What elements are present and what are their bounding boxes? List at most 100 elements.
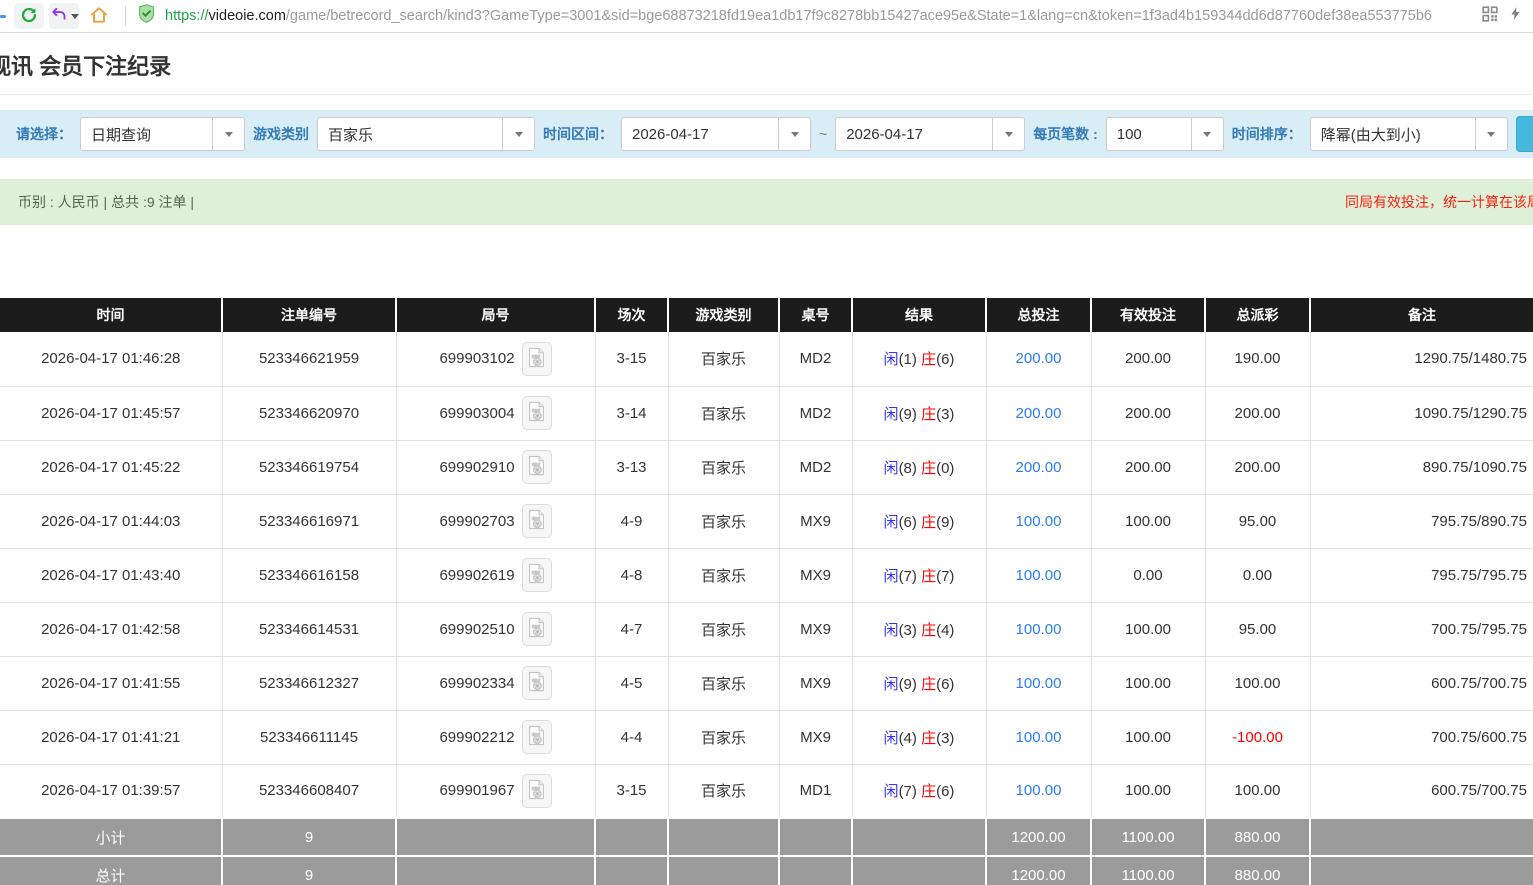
table-row: 2026-04-17 01:46:28 523346621959 6999031… bbox=[0, 332, 1533, 386]
total-bet-link[interactable]: 100.00 bbox=[1016, 567, 1062, 584]
date-from-select[interactable]: 2026-04-17 bbox=[621, 117, 811, 151]
banker-score: (6) bbox=[936, 783, 954, 800]
video-replay-icon bbox=[527, 347, 546, 371]
player-score: (3) bbox=[899, 622, 917, 639]
chevron-down-icon[interactable] bbox=[502, 118, 534, 150]
player-score: (4) bbox=[899, 730, 917, 747]
player-label: 闲 bbox=[884, 460, 899, 477]
url-text[interactable]: https://videoie.com/game/betrecord_searc… bbox=[165, 8, 1432, 24]
table-row: 2026-04-17 01:39:57 523346608407 6999019… bbox=[0, 764, 1533, 818]
qr-code-icon[interactable] bbox=[1482, 6, 1498, 27]
valid-bet-cell: 0.00 bbox=[1091, 548, 1205, 602]
session-cell: 3-13 bbox=[595, 440, 668, 494]
summary-bar: 币别 : 人民币 | 总共 :9 注单 | 同局有效投注，统一计算在该局 bbox=[0, 179, 1533, 225]
bet-records-table-wrap: 时间 注单编号 局号 场次 游戏类别 桌号 结果 总投注 有效投注 总派彩 备注… bbox=[0, 298, 1533, 885]
url-bar[interactable]: https://videoie.com/game/betrecord_searc… bbox=[136, 3, 1474, 29]
valid-bet-cell: 200.00 bbox=[1091, 440, 1205, 494]
banker-label: 庄 bbox=[921, 730, 936, 747]
round-cell: 699902619 bbox=[396, 548, 595, 602]
currency-total-text: 币别 : 人民币 | 总共 :9 注单 | bbox=[18, 192, 194, 212]
bet-id-cell: 523346616971 bbox=[222, 494, 396, 548]
chevron-down-icon[interactable] bbox=[778, 118, 810, 150]
video-replay-button[interactable] bbox=[522, 450, 552, 484]
result-cell: 闲(8) 庄(0) bbox=[852, 440, 986, 494]
col-payout: 总派彩 bbox=[1205, 298, 1310, 332]
payout-cell: 200.00 bbox=[1205, 440, 1310, 494]
video-replay-icon bbox=[527, 671, 546, 695]
payout-cell: 200.00 bbox=[1205, 386, 1310, 440]
total-bet-cell: 200.00 bbox=[986, 440, 1091, 494]
total-bet-link[interactable]: 100.00 bbox=[1016, 782, 1062, 799]
search-button[interactable]: 查询 bbox=[1516, 116, 1533, 152]
video-replay-button[interactable] bbox=[522, 720, 552, 754]
bet-id-cell: 523346611145 bbox=[222, 710, 396, 764]
query-type-select[interactable]: 日期查询 bbox=[80, 117, 245, 151]
video-replay-button[interactable] bbox=[522, 612, 552, 646]
video-replay-button[interactable] bbox=[522, 342, 552, 376]
flash-icon[interactable] bbox=[1508, 5, 1523, 27]
player-label: 闲 bbox=[884, 676, 899, 693]
session-cell: 3-15 bbox=[595, 332, 668, 386]
video-replay-button[interactable] bbox=[522, 558, 552, 592]
chevron-down-icon[interactable] bbox=[1191, 118, 1223, 150]
banker-label: 庄 bbox=[921, 676, 936, 693]
subtotal-total-bet: 1200.00 bbox=[986, 818, 1091, 856]
video-replay-button[interactable] bbox=[522, 504, 552, 538]
total-bet-link[interactable]: 100.00 bbox=[1016, 675, 1062, 692]
result-cell: 闲(9) 庄(6) bbox=[852, 656, 986, 710]
chevron-down-icon[interactable] bbox=[992, 118, 1024, 150]
total-bet-cell: 200.00 bbox=[986, 332, 1091, 386]
banker-label: 庄 bbox=[921, 514, 936, 531]
round-number: 699903004 bbox=[439, 405, 514, 422]
undo-button[interactable] bbox=[49, 3, 79, 29]
home-button[interactable] bbox=[84, 3, 114, 29]
total-bet-link[interactable]: 100.00 bbox=[1016, 729, 1062, 746]
video-replay-button[interactable] bbox=[522, 666, 552, 700]
player-score: (1) bbox=[899, 351, 917, 368]
game-type-label: 游戏类别 bbox=[253, 124, 309, 144]
date-to-select[interactable]: 2026-04-17 bbox=[835, 117, 1025, 151]
title-bar: 视讯 会员下注纪录 bbox=[0, 33, 1533, 95]
video-replay-button[interactable] bbox=[522, 396, 552, 430]
banker-label: 庄 bbox=[921, 783, 936, 800]
total-bet-link[interactable]: 200.00 bbox=[1016, 459, 1062, 476]
page-size-label: 每页笔数 : bbox=[1033, 124, 1098, 144]
table-code-cell: MX9 bbox=[779, 494, 852, 548]
session-cell: 4-8 bbox=[595, 548, 668, 602]
table-row: 2026-04-17 01:45:57 523346620970 6999030… bbox=[0, 386, 1533, 440]
sort-select[interactable]: 降幂(由大到小) bbox=[1310, 117, 1508, 151]
payout-cell: 0.00 bbox=[1205, 548, 1310, 602]
table-code-cell: MD2 bbox=[779, 332, 852, 386]
table-code-cell: MD2 bbox=[779, 440, 852, 494]
remark-cell: 890.75/1090.75 bbox=[1310, 440, 1533, 494]
chevron-down-icon[interactable] bbox=[1475, 118, 1507, 150]
bet-id-cell: 523346620970 bbox=[222, 386, 396, 440]
payout-cell: 100.00 bbox=[1205, 764, 1310, 818]
subtotal-payout: 880.00 bbox=[1205, 818, 1310, 856]
result-cell: 闲(9) 庄(3) bbox=[852, 386, 986, 440]
page-size-select[interactable]: 100 bbox=[1106, 117, 1224, 151]
valid-bet-cell: 200.00 bbox=[1091, 332, 1205, 386]
video-replay-button[interactable] bbox=[522, 774, 552, 808]
chevron-down-icon[interactable] bbox=[212, 118, 244, 150]
banker-score: (3) bbox=[936, 730, 954, 747]
total-bet-cell: 100.00 bbox=[986, 494, 1091, 548]
total-bet-link[interactable]: 200.00 bbox=[1016, 405, 1062, 422]
video-replay-icon bbox=[527, 725, 546, 749]
filter-bar: 请选择： 日期查询 游戏类别 百家乐 时间区间： 2026-04-17 ~ 20… bbox=[0, 110, 1533, 158]
result-cell: 闲(7) 庄(6) bbox=[852, 764, 986, 818]
total-bet-link[interactable]: 200.00 bbox=[1016, 350, 1062, 367]
payout-cell: 190.00 bbox=[1205, 332, 1310, 386]
total-bet-link[interactable]: 100.00 bbox=[1016, 621, 1062, 638]
game-type-select[interactable]: 百家乐 bbox=[317, 117, 535, 151]
refresh-button[interactable] bbox=[14, 3, 44, 29]
subtotal-count: 9 bbox=[222, 818, 396, 856]
game-type-cell: 百家乐 bbox=[668, 386, 779, 440]
player-score: (6) bbox=[899, 514, 917, 531]
banker-label: 庄 bbox=[921, 622, 936, 639]
security-shield-icon[interactable] bbox=[136, 3, 157, 29]
url-path: /game/betrecord_search/kind3?GameType=30… bbox=[286, 8, 1432, 24]
banker-label: 庄 bbox=[921, 351, 936, 368]
total-bet-link[interactable]: 100.00 bbox=[1016, 513, 1062, 530]
player-score: (9) bbox=[899, 406, 917, 423]
